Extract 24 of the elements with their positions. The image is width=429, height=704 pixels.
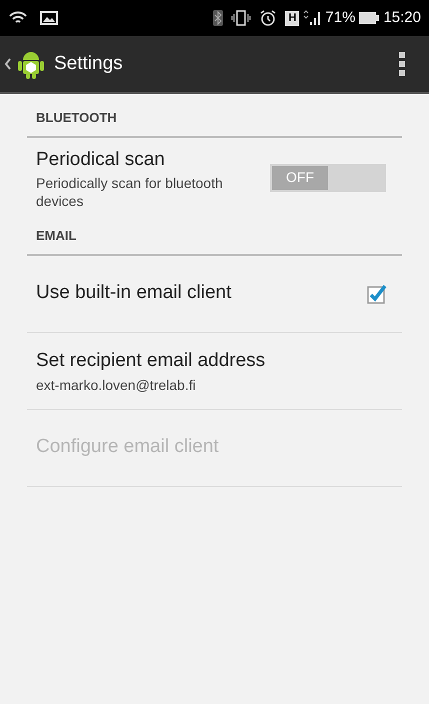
category-header: BLUETOOTH bbox=[27, 100, 402, 138]
switch-label: OFF bbox=[272, 166, 328, 190]
bluetooth-icon bbox=[213, 10, 224, 26]
picture-icon bbox=[40, 11, 58, 25]
preference-title: Set recipient email address bbox=[36, 349, 266, 374]
clock: 15:20 bbox=[383, 8, 421, 28]
network-type-badge: H bbox=[285, 10, 300, 26]
preference-title: Periodical scan bbox=[36, 148, 166, 172]
screen-title: Settings bbox=[54, 52, 123, 76]
preference-row[interactable]: Periodical scan Periodically scan for bluetooth devices OFF bbox=[27, 138, 402, 218]
checkbox[interactable] bbox=[366, 282, 388, 304]
alarm-icon bbox=[259, 9, 278, 27]
vibrate-icon bbox=[231, 10, 252, 26]
category-header: EMAIL bbox=[27, 218, 402, 256]
preference-title: Configure email client bbox=[36, 435, 220, 460]
preference-row[interactable]: Set recipient email address ext-marko.loven@trelab.fi bbox=[27, 332, 402, 410]
back-caret-icon bbox=[4, 57, 12, 71]
preference-summary: ext-marko.loven@trelab.fi bbox=[36, 376, 197, 394]
preference-row[interactable]: Use built-in email client bbox=[27, 256, 402, 332]
battery-percent: 71% bbox=[325, 8, 356, 28]
battery-icon bbox=[359, 12, 380, 24]
preference-summary: Periodically scan for bluetooth devices bbox=[36, 174, 224, 210]
signal-icon bbox=[303, 10, 322, 26]
preference-title: Use built-in email client bbox=[36, 281, 232, 306]
